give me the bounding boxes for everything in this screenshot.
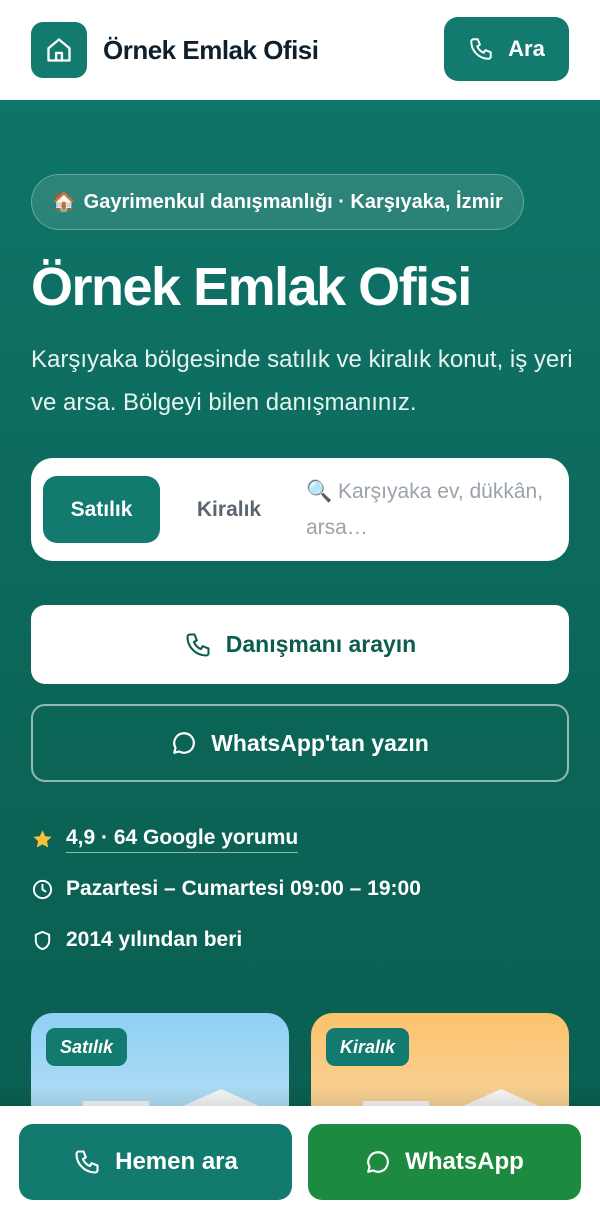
since-row: 2014 yılından beri [31, 928, 242, 952]
phone-icon [468, 36, 494, 62]
since-text: 2014 yılından beri [66, 928, 243, 951]
google-reviews-link[interactable]: 4,9 · 64 Google yorumu [66, 826, 299, 853]
category-pill-text: Gayrimenkul danışmanlığı · Karşıyaka, İz… [83, 190, 503, 213]
chat-bubble-icon [171, 730, 197, 756]
app-header: Örnek Emlak Ofisi Ara [0, 0, 600, 100]
whatsapp-write-button[interactable]: WhatsApp'tan yazın [31, 704, 569, 782]
hero-section: 🏠 Gayrimenkul danışmanlığı · Karşıyaka, … [0, 100, 600, 1215]
category-pill: 🏠 Gayrimenkul danışmanlığı · Karşıyaka, … [31, 174, 524, 230]
chat-bubble-icon [365, 1149, 391, 1175]
call-advisor-label: Danışmanı arayın [225, 631, 417, 657]
roof-illustration [461, 1089, 541, 1107]
sticky-bottom-bar: Hemen ara WhatsApp [0, 1106, 600, 1215]
phone-icon [184, 631, 212, 659]
house-emoji-icon: 🏠 [52, 192, 76, 213]
shield-icon [31, 929, 54, 952]
rent-badge: Kiralık [326, 1028, 410, 1066]
header-call-label: Ara [508, 36, 545, 61]
clock-icon [31, 878, 54, 901]
hours-row: Pazartesi – Cumartesi 09:00 – 19:00 [31, 877, 421, 901]
search-placeholder: Karşıyaka ev, dükkân, arsa… [306, 480, 544, 539]
roof-illustration [181, 1089, 261, 1107]
call-now-label: Hemen ara [115, 1148, 238, 1175]
call-advisor-button[interactable]: Danışmanı arayın [31, 605, 569, 684]
sale-badge: Satılık [46, 1028, 128, 1066]
search-box: Satılık Kiralık 🔍 Karşıyaka ev, dükkân, … [31, 458, 569, 561]
rating-row: 4,9 · 64 Google yorumu [31, 826, 299, 853]
home-logo[interactable] [31, 22, 87, 78]
tab-kiralik[interactable]: Kiralık [181, 476, 277, 543]
hero-description: Karşıyaka bölgesinde satılık ve kiralık … [31, 346, 573, 416]
search-icon: 🔍 [306, 480, 333, 503]
whatsapp-label: WhatsApp [405, 1148, 524, 1175]
whatsapp-button[interactable]: WhatsApp [308, 1124, 581, 1200]
hero-title: Örnek Emlak Ofisi [31, 257, 472, 317]
phone-icon [73, 1148, 101, 1176]
home-icon [45, 36, 73, 64]
brand-name: Örnek Emlak Ofisi [103, 34, 319, 65]
call-now-button[interactable]: Hemen ara [19, 1124, 292, 1200]
star-icon [31, 828, 54, 851]
tab-satilik[interactable]: Satılık [43, 476, 160, 543]
opening-hours: Pazartesi – Cumartesi 09:00 – 19:00 [66, 877, 421, 900]
header-call-button[interactable]: Ara [444, 17, 569, 81]
search-input[interactable]: 🔍 Karşıyaka ev, dükkân, arsa… [306, 474, 556, 546]
whatsapp-write-label: WhatsApp'tan yazın [211, 729, 429, 756]
